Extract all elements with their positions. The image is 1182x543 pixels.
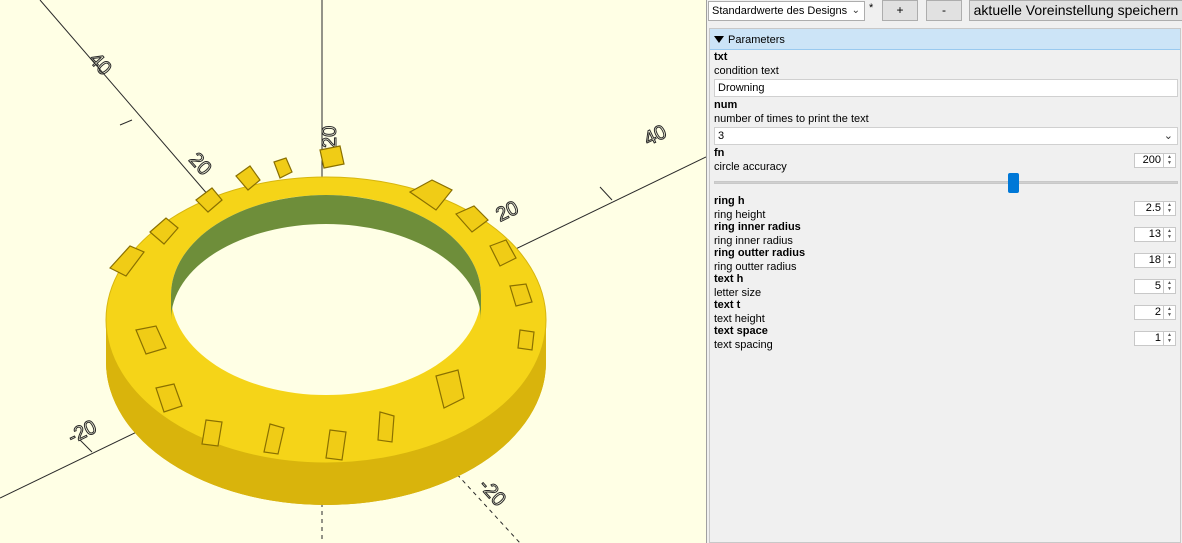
add-preset-button[interactable]: + [882, 0, 918, 21]
text-space-spinbox[interactable]: 1 ▲ ▼ [1134, 331, 1176, 346]
param-description: text spacing [714, 339, 773, 351]
fn-slider-thumb[interactable] [1008, 173, 1020, 193]
param-description: ring inner radius [714, 235, 793, 247]
param-description: ring outter radius [714, 261, 797, 273]
param-name: text h [714, 273, 744, 285]
chevron-down-icon: ⌄ [1163, 130, 1173, 142]
ring-h-spinbox[interactable]: 2.5 ▲ ▼ [1134, 201, 1176, 216]
axis-label: -20 [474, 475, 510, 511]
param-description: circle accuracy [714, 161, 787, 173]
fn-value: 200 [1142, 154, 1161, 166]
spin-arrows-icon[interactable]: ▲ ▼ [1163, 280, 1175, 293]
num-dropdown[interactable]: 3 ⌄ [714, 127, 1178, 145]
preset-select[interactable]: Standardwerte des Designs ⌄ [708, 1, 865, 21]
param-name: ring inner radius [714, 221, 801, 233]
param-name: fn [714, 147, 725, 159]
parameters-header[interactable]: Parameters [710, 29, 1180, 50]
spin-arrows-icon[interactable]: ▲ ▼ [1163, 154, 1175, 167]
text-space-value: 1 [1154, 332, 1161, 344]
axis-label: 20 [493, 197, 523, 227]
spin-arrows-icon[interactable]: ▲ ▼ [1163, 228, 1175, 241]
param-description: letter size [714, 287, 762, 299]
num-dropdown-value: 3 [718, 130, 725, 142]
text-h-value: 5 [1154, 280, 1161, 292]
preset-select-label: Standardwerte des Designs [712, 5, 848, 17]
fn-spinbox[interactable]: 200 ▲ ▼ [1134, 153, 1176, 168]
ring-model [105, 145, 547, 505]
parameters-group: Parameters txt condition text Drowning n… [709, 28, 1181, 543]
text-t-value: 2 [1154, 306, 1161, 318]
save-preset-button[interactable]: aktuelle Voreinstellung speichern [969, 0, 1182, 21]
param-description: number of times to print the text [714, 113, 869, 125]
txt-input[interactable]: Drowning [714, 79, 1178, 97]
spin-arrows-icon[interactable]: ▲ ▼ [1163, 254, 1175, 267]
param-name: text t [714, 299, 741, 311]
chevron-down-icon: ⌄ [851, 5, 860, 16]
ring-h-value: 2.5 [1145, 202, 1161, 214]
ring-inner-radius-value: 13 [1148, 228, 1161, 240]
text-h-spinbox[interactable]: 5 ▲ ▼ [1134, 279, 1176, 294]
axis-label: 40 [641, 121, 671, 151]
param-description: text height [714, 313, 765, 325]
axis-label: 20 [319, 126, 341, 148]
render-canvas: 40 20 40 20 20 -20 -20 [0, 0, 706, 543]
unsaved-marker: * [869, 2, 874, 14]
param-name: ring h [714, 195, 745, 207]
axis-label: 40 [84, 49, 115, 80]
spin-arrows-icon[interactable]: ▲ ▼ [1163, 306, 1175, 319]
fn-slider[interactable] [714, 181, 1178, 184]
param-name: num [714, 99, 738, 111]
param-name: ring outter radius [714, 247, 806, 259]
param-name: text space [714, 325, 768, 337]
customizer-panel: Standardwerte des Designs ⌄ * + - aktuel… [706, 0, 1182, 543]
param-description: condition text [714, 65, 779, 77]
ring-outter-radius-value: 18 [1148, 254, 1161, 266]
3d-viewport[interactable]: 40 20 40 20 20 -20 -20 [0, 0, 706, 543]
spin-arrows-icon[interactable]: ▲ ▼ [1163, 332, 1175, 345]
ring-outter-radius-spinbox[interactable]: 18 ▲ ▼ [1134, 253, 1176, 268]
param-name: txt [714, 51, 728, 63]
parameters-header-label: Parameters [728, 34, 785, 46]
remove-preset-button[interactable]: - [926, 0, 962, 21]
text-t-spinbox[interactable]: 2 ▲ ▼ [1134, 305, 1176, 320]
ring-inner-radius-spinbox[interactable]: 13 ▲ ▼ [1134, 227, 1176, 242]
param-description: ring height [714, 209, 766, 221]
axis-label: 20 [184, 149, 215, 180]
collapse-triangle-icon [714, 36, 724, 43]
spin-arrows-icon[interactable]: ▲ ▼ [1163, 202, 1175, 215]
axis-label: -20 [65, 416, 101, 448]
